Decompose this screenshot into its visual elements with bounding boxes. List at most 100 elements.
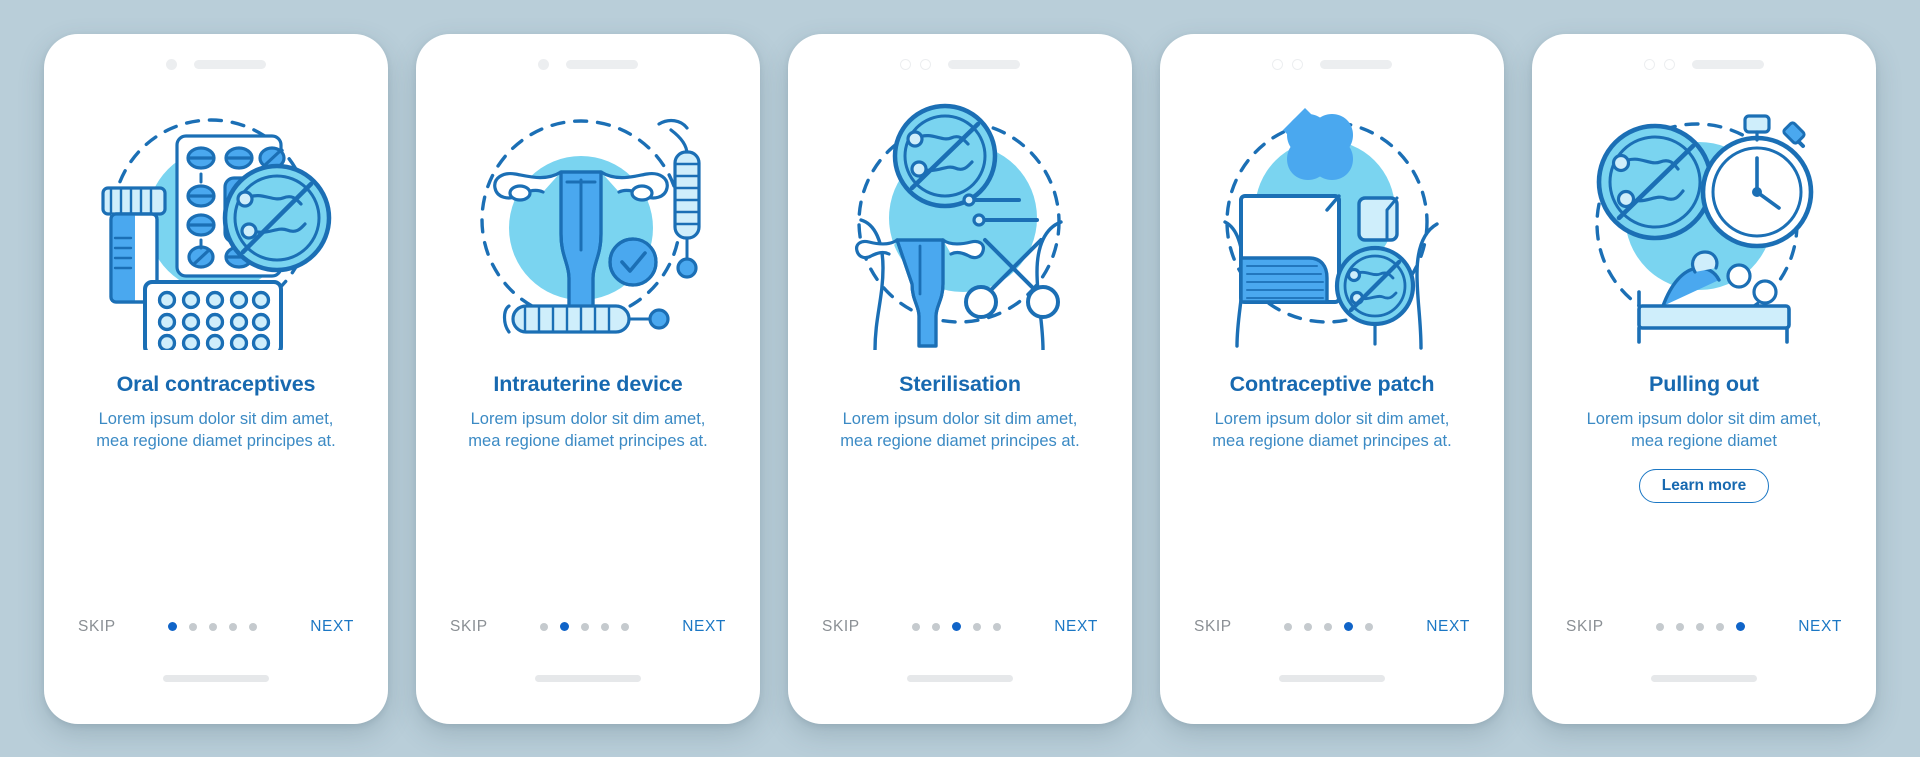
phone-status-bar	[1160, 34, 1504, 80]
skip-button[interactable]: SKIP	[822, 618, 860, 636]
pagination-dot[interactable]	[973, 622, 982, 631]
skip-button[interactable]: SKIP	[78, 618, 116, 636]
home-indicator-bar[interactable]	[907, 674, 1013, 682]
next-button[interactable]: NEXT	[1054, 618, 1098, 636]
earpiece-speaker	[1320, 60, 1392, 69]
home-indicator-bar[interactable]	[1651, 674, 1757, 682]
onboarding-screens-container: Oral contraceptives Lorem ipsum dolor sit…	[0, 0, 1920, 757]
onboarding-nav-row: SKIP NEXT	[44, 618, 388, 636]
screen-title: Contraceptive patch	[1229, 371, 1435, 396]
onboarding-nav-row: SKIP NEXT	[416, 618, 760, 636]
onboarding-nav-row: SKIP NEXT	[1532, 618, 1876, 636]
pagination-dot-active[interactable]	[560, 622, 570, 631]
screen-description: Lorem ipsum dolor sit dim amet, mea regi…	[1212, 410, 1452, 451]
front-camera-icon	[538, 59, 549, 70]
pagination-dot-active[interactable]	[168, 622, 178, 631]
onboarding-nav-row: SKIP NEXT	[788, 618, 1132, 636]
screen-title: Oral contraceptives	[116, 371, 316, 396]
pagination-dot-active[interactable]	[1344, 622, 1354, 631]
screen-description: Lorem ipsum dolor sit dim amet, mea regi…	[840, 410, 1080, 451]
pagination-dot[interactable]	[581, 622, 590, 631]
home-indicator-bar[interactable]	[163, 674, 269, 682]
pagination-dot[interactable]	[1284, 622, 1293, 631]
pagination-dot[interactable]	[209, 622, 218, 631]
pagination-dot[interactable]	[1716, 622, 1725, 631]
home-indicator-bar[interactable]	[1279, 674, 1385, 682]
onboarding-screen-pulling-out: Pulling out Lorem ipsum dolor sit dim ame…	[1532, 33, 1876, 724]
illustration-area	[1532, 80, 1876, 366]
screen-title: Sterilisation	[899, 371, 1021, 396]
pagination-dots	[912, 622, 1002, 631]
illustration-area	[788, 80, 1132, 366]
front-camera-ring-icon	[900, 59, 911, 70]
screen-text-block: Contraceptive patch Lorem ipsum dolor sit…	[1160, 366, 1504, 454]
home-indicator-bar[interactable]	[535, 674, 641, 682]
onboarding-screen-contraceptive-patch: Contraceptive patch Lorem ipsum dolor sit…	[1160, 33, 1504, 724]
phone-status-bar	[788, 34, 1132, 80]
pagination-dot[interactable]	[249, 622, 258, 631]
earpiece-speaker	[948, 60, 1020, 69]
screen-text-block: Intrauterine device Lorem ipsum dolor sit…	[416, 366, 760, 454]
illustration-area	[416, 80, 760, 366]
onboarding-screen-intrauterine-device: Intrauterine device Lorem ipsum dolor sit…	[416, 33, 760, 724]
contraceptive-patch-illustration	[1223, 107, 1439, 350]
screen-text-block: Pulling out Lorem ipsum dolor sit dim ame…	[1532, 366, 1876, 504]
sensor-ring-icon	[1664, 59, 1675, 70]
phone-status-bar	[416, 34, 760, 80]
earpiece-speaker	[566, 60, 638, 69]
next-button[interactable]: NEXT	[682, 618, 726, 636]
phone-status-bar	[1532, 34, 1876, 80]
pagination-dots	[168, 622, 258, 631]
illustration-area	[44, 80, 388, 366]
pagination-dot[interactable]	[229, 622, 238, 631]
front-camera-ring-icon	[1272, 59, 1283, 70]
pagination-dots	[1284, 622, 1374, 631]
onboarding-screen-sterilisation: Sterilisation Lorem ipsum dolor sit dim a…	[788, 33, 1132, 724]
onboarding-nav-row: SKIP NEXT	[1160, 618, 1504, 636]
next-button[interactable]: NEXT	[310, 618, 354, 636]
skip-button[interactable]: SKIP	[1566, 618, 1604, 636]
sterilisation-illustration	[855, 103, 1063, 350]
pagination-dot-active[interactable]	[952, 622, 962, 631]
pagination-dot[interactable]	[189, 622, 198, 631]
pagination-dot[interactable]	[1656, 622, 1665, 631]
next-button[interactable]: NEXT	[1426, 618, 1470, 636]
illustration-area	[1160, 80, 1504, 366]
pagination-dot[interactable]	[1365, 622, 1374, 631]
screen-text-block: Sterilisation Lorem ipsum dolor sit dim a…	[788, 366, 1132, 454]
screen-title: Intrauterine device	[493, 371, 683, 396]
intrauterine-device-illustration	[480, 118, 701, 334]
oral-contraceptives-illustration	[101, 117, 332, 350]
screen-description: Lorem ipsum dolor sit dim amet, mea regi…	[1586, 410, 1822, 451]
pagination-dots	[1656, 622, 1746, 631]
pagination-dots	[540, 622, 630, 631]
pagination-dot[interactable]	[1676, 622, 1685, 631]
screen-description: Lorem ipsum dolor sit dim amet, mea regi…	[96, 410, 336, 451]
pagination-dot[interactable]	[1304, 622, 1313, 631]
pagination-dot[interactable]	[1324, 622, 1333, 631]
pulling-out-illustration	[1595, 113, 1814, 344]
screen-text-block: Oral contraceptives Lorem ipsum dolor sit…	[44, 366, 388, 454]
pagination-dot[interactable]	[912, 622, 921, 631]
pagination-dot[interactable]	[1696, 622, 1705, 631]
onboarding-screen-oral-contraceptives: Oral contraceptives Lorem ipsum dolor sit…	[44, 33, 388, 724]
skip-button[interactable]: SKIP	[450, 618, 488, 636]
screen-description: Lorem ipsum dolor sit dim amet, mea regi…	[468, 410, 708, 451]
screen-title: Pulling out	[1649, 371, 1759, 396]
pagination-dot[interactable]	[601, 622, 610, 631]
pagination-dot-active[interactable]	[1736, 622, 1746, 631]
skip-button[interactable]: SKIP	[1194, 618, 1232, 636]
front-camera-icon	[166, 59, 177, 70]
pagination-dot[interactable]	[540, 622, 549, 631]
front-camera-ring-icon	[1644, 59, 1655, 70]
earpiece-speaker	[194, 60, 266, 69]
phone-status-bar	[44, 34, 388, 80]
sensor-ring-icon	[1292, 59, 1303, 70]
next-button[interactable]: NEXT	[1798, 618, 1842, 636]
pagination-dot[interactable]	[621, 622, 630, 631]
pagination-dot[interactable]	[993, 622, 1002, 631]
pagination-dot[interactable]	[932, 622, 941, 631]
learn-more-button[interactable]: Learn more	[1638, 469, 1770, 504]
earpiece-speaker	[1692, 60, 1764, 69]
sensor-ring-icon	[920, 59, 931, 70]
